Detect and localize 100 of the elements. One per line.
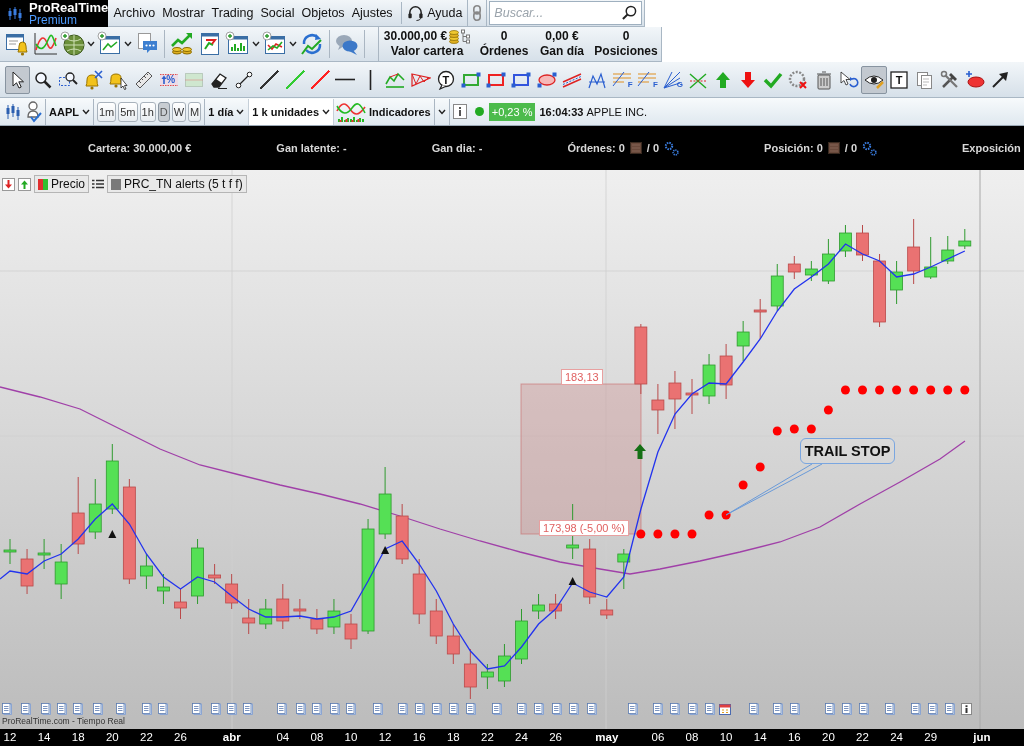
menu-item[interactable]: Mostrar [158, 2, 209, 24]
account-total: / 0 [646, 142, 660, 154]
price-change-badge: +0,23 % [488, 102, 536, 121]
curve-chart-icon[interactable] [32, 31, 58, 57]
candles-logo-icon [7, 6, 23, 21]
fan-lines-icon [662, 69, 683, 90]
stat-label: Valor cartera [390, 44, 464, 59]
axis-label: 08 [685, 731, 699, 743]
globe-icon[interactable] [60, 31, 86, 57]
refresh-chart-icon[interactable] [299, 31, 325, 57]
stat-value: 30.000,00 € [383, 29, 448, 44]
timeframe-button[interactable]: M [188, 101, 202, 122]
timeframe-button[interactable]: D [157, 101, 170, 122]
indicators-button[interactable]: Indicadores [334, 98, 433, 125]
caret-icon[interactable] [124, 41, 132, 47]
caret-icon[interactable] [289, 41, 297, 47]
timeframe-button[interactable]: W [171, 101, 187, 122]
headset-icon [407, 4, 425, 22]
timeframe-button[interactable]: 1m [96, 101, 117, 122]
stat-label: Posiciones [594, 44, 658, 59]
tile-icon [629, 142, 642, 154]
horizontal-line-icon [335, 78, 356, 81]
axis-label: 24 [890, 731, 903, 743]
timeframe-button[interactable]: 5m [118, 101, 138, 122]
axis-label: 18 [71, 731, 85, 743]
axis-label: 18 [446, 731, 460, 743]
text-bubble-icon [435, 69, 456, 90]
caret-icon [322, 108, 330, 115]
coins-icon [449, 29, 460, 44]
link-icon[interactable] [472, 4, 483, 22]
instrument-name: APPLE INC. [586, 105, 647, 118]
bar-chart-window-icon[interactable] [225, 31, 251, 57]
settings-icon[interactable] [862, 140, 877, 156]
window-bell-icon[interactable] [4, 31, 30, 57]
axis-label: 22 [481, 731, 494, 743]
account-stat: Gan dia: - [431, 142, 483, 154]
caret-icon [236, 108, 245, 115]
axis-label: 20 [105, 731, 119, 743]
chart-window-icon[interactable] [97, 31, 123, 57]
axis-label: 14 [753, 731, 767, 743]
stat-value: 0,00 € [545, 29, 579, 44]
axis-label: abr [222, 731, 241, 743]
axis-label: 04 [276, 731, 290, 743]
account-total: / 0 [844, 142, 857, 154]
axis-label: 16 [412, 731, 426, 743]
tool-button[interactable] [861, 65, 887, 94]
info-icon[interactable] [452, 104, 467, 119]
account-stat: Cartera: 30.000,00 € [88, 142, 192, 154]
caret-icon[interactable] [87, 41, 95, 47]
settings-icon[interactable] [664, 140, 680, 156]
axis-label: 26 [549, 731, 562, 743]
axis-label: 16 [787, 731, 801, 743]
tool-button[interactable]: T [433, 65, 459, 94]
bell-cross-icon [83, 69, 104, 90]
brand-name: ProRealTime [29, 1, 109, 14]
menu-item[interactable]: Objetos [298, 2, 349, 24]
axis-label: 10 [719, 731, 733, 743]
help-button[interactable]: Ayuda [401, 2, 468, 24]
account-stat: Posición: 0 [764, 142, 823, 154]
line-chart-window-icon[interactable] [262, 31, 288, 57]
menu-item[interactable]: Archivo [110, 2, 159, 24]
chart-coins-icon[interactable] [169, 31, 195, 57]
timeframe-button[interactable]: 1h [139, 101, 156, 122]
caret-icon [81, 108, 90, 115]
ruler-icon [133, 69, 154, 90]
tool-button[interactable]: T [886, 65, 912, 94]
search-icon[interactable] [622, 5, 637, 20]
tool-button[interactable]: F [634, 65, 660, 94]
tool-button[interactable]: G [659, 65, 686, 94]
symbol-dropdown[interactable]: AAPL [47, 98, 92, 125]
menu-item[interactable]: Ajustes [348, 2, 397, 24]
stat-label: Gan día [540, 44, 584, 59]
axis-label: 29 [924, 731, 938, 743]
units-dropdown[interactable]: 1 k unidades [248, 98, 334, 125]
axis-label: 26 [174, 731, 187, 743]
tool-button[interactable]: F [609, 65, 635, 94]
axis-label: may [595, 731, 619, 743]
caret-icon[interactable] [252, 41, 260, 47]
tool-button[interactable]: % [156, 65, 182, 94]
segment-icon [234, 69, 255, 90]
tool-button[interactable] [5, 65, 31, 94]
menu-item[interactable]: Trading [208, 2, 257, 24]
axis-label: 10 [344, 731, 358, 743]
axis-label: 12 [3, 731, 17, 743]
zoom-icon [32, 69, 53, 90]
hierarchy-icon [461, 29, 471, 44]
axis-label: 08 [310, 731, 324, 743]
text-box-icon [889, 69, 910, 90]
axis-label: 22 [856, 731, 869, 743]
brand-edition: Premium [29, 13, 78, 26]
stat-value: 0 [622, 29, 630, 44]
menu-item[interactable]: Social [257, 2, 299, 24]
person-check-icon[interactable] [26, 100, 42, 123]
period-dropdown[interactable]: 1 día [206, 98, 247, 125]
axis-label: 22 [140, 731, 153, 743]
axis-label: 12 [378, 731, 392, 743]
candles-icon[interactable] [4, 102, 22, 121]
vertical-line-icon [368, 69, 372, 90]
search-field[interactable]: Buscar... [489, 1, 642, 25]
axis-label: 14 [37, 731, 51, 743]
